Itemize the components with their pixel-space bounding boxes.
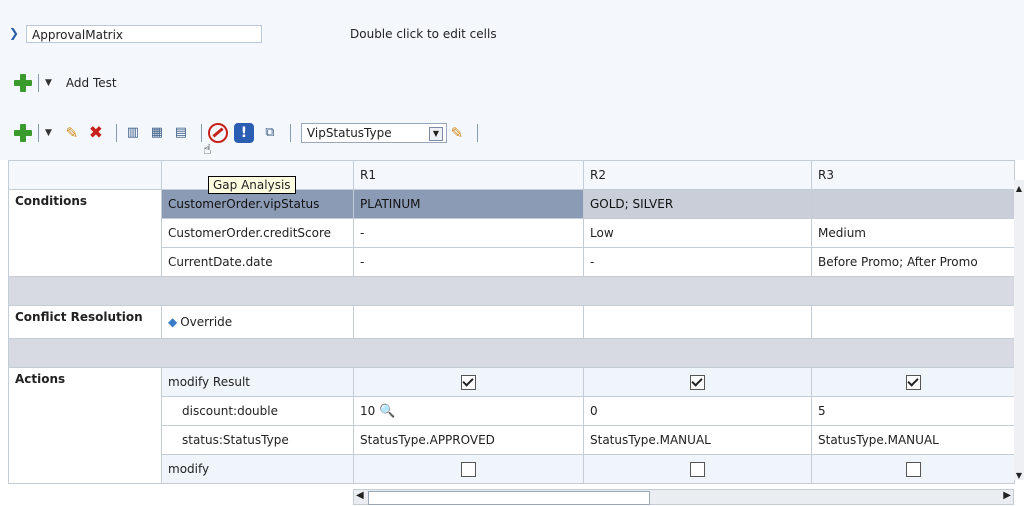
- action-param-label[interactable]: discount:double: [161, 396, 354, 426]
- table-cell[interactable]: [811, 305, 1015, 339]
- conditions-section-label: Conditions: [8, 189, 162, 277]
- table-cell[interactable]: GOLD; SILVER: [583, 189, 812, 219]
- collapse-icon[interactable]: ❯: [9, 26, 19, 40]
- bucketset-select-value: VipStatusType: [306, 126, 392, 140]
- table-cell[interactable]: [353, 305, 584, 339]
- table-cell[interactable]: StatusType.APPROVED: [353, 425, 584, 455]
- table-cell[interactable]: 10 🔍: [353, 396, 584, 426]
- edit-icon[interactable]: ✎: [62, 123, 82, 143]
- separator: [289, 124, 291, 142]
- compact-table-icon[interactable]: ⧉: [260, 123, 280, 143]
- column-header-r2[interactable]: R2: [583, 160, 812, 190]
- table-cell[interactable]: StatusType.MANUAL: [583, 425, 812, 455]
- table-cell[interactable]: -: [583, 247, 812, 277]
- divider-cell: [8, 276, 1015, 306]
- table-cell[interactable]: 5: [811, 396, 1015, 426]
- delete-icon[interactable]: ✖: [86, 123, 106, 143]
- table-cell[interactable]: -: [353, 247, 584, 277]
- section-divider: [8, 276, 1015, 306]
- table-row: Conditions CustomerOrder.vipStatus PLATI…: [8, 189, 1015, 277]
- table-cell[interactable]: [583, 305, 812, 339]
- scroll-up-icon[interactable]: ▲: [1014, 184, 1024, 193]
- actions-section-label: Actions: [8, 367, 162, 484]
- merge-table-icon[interactable]: ▦: [147, 123, 167, 143]
- divider-cell: [8, 338, 1015, 368]
- cell-value: 10: [360, 403, 376, 418]
- add-test-toolbar: ▼ Add Test: [14, 72, 117, 94]
- table-cell[interactable]: PLATINUM: [353, 189, 584, 219]
- action-checkbox[interactable]: [461, 461, 476, 477]
- table-cell: [811, 367, 1015, 397]
- scroll-left-icon[interactable]: ◀: [356, 490, 364, 501]
- table-cell: [353, 367, 584, 397]
- add-icon[interactable]: [14, 124, 32, 142]
- table-row: Conflict Resolution ◆ Override: [8, 305, 1015, 339]
- conflict-resolution-label: Conflict Resolution: [8, 305, 162, 339]
- table-cell[interactable]: Medium: [811, 218, 1015, 248]
- table-cell[interactable]: Before Promo; After Promo: [811, 247, 1015, 277]
- hand-cursor-icon: ☝: [203, 142, 212, 158]
- table-row: Actions modify Result: [8, 367, 1015, 484]
- search-icon[interactable]: 🔍: [379, 404, 395, 419]
- scroll-down-icon[interactable]: ▼: [1014, 471, 1024, 480]
- table-cell: [811, 454, 1015, 484]
- chevron-down-icon[interactable]: ▼: [45, 78, 52, 88]
- table-cell: [353, 454, 584, 484]
- action-param-label[interactable]: status:StatusType: [161, 425, 354, 455]
- split-table-icon[interactable]: ▥: [123, 123, 143, 143]
- table-toolbar: ▼ ✎ ✖ ▥ ▦ ▤ ! ⧉ VipStatusType ▼ ✎: [14, 121, 484, 145]
- vertical-scrollbar[interactable]: ▲ ▼: [1014, 180, 1024, 480]
- scroll-right-icon[interactable]: ▶: [1003, 490, 1011, 501]
- action-checkbox[interactable]: [905, 461, 921, 477]
- section-divider: [8, 338, 1015, 368]
- separator: [38, 74, 39, 92]
- chevron-down-icon[interactable]: ▼: [45, 128, 52, 138]
- edit-hint: Double click to edit cells: [350, 27, 497, 41]
- corner-cell: [8, 160, 162, 190]
- edit-bucketset-icon[interactable]: ✎: [447, 123, 467, 143]
- action-label[interactable]: modify: [161, 454, 354, 484]
- table-cell[interactable]: -: [353, 218, 584, 248]
- add-icon[interactable]: [14, 74, 32, 92]
- separator: [476, 124, 478, 142]
- table-cell: [583, 367, 812, 397]
- action-label[interactable]: modify Result: [161, 367, 354, 397]
- separator: [200, 124, 202, 142]
- table-cell[interactable]: [811, 189, 1015, 219]
- override-cell[interactable]: ◆ Override: [161, 305, 354, 339]
- action-checkbox[interactable]: [461, 374, 476, 390]
- table-cell[interactable]: Low: [583, 218, 812, 248]
- separator: [115, 124, 117, 142]
- gap-analysis-icon[interactable]: ▤: [171, 123, 191, 143]
- column-header-r3[interactable]: R3: [811, 160, 1015, 190]
- action-checkbox[interactable]: [690, 374, 705, 390]
- conflict-warning-icon[interactable]: !: [233, 123, 254, 143]
- table-cell[interactable]: 0: [583, 396, 812, 426]
- scrollbar-thumb[interactable]: [368, 491, 650, 505]
- decision-table: R1 R2 R3 Conditions CustomerOrder.vipSta…: [8, 160, 1015, 484]
- bucketset-select[interactable]: VipStatusType ▼: [300, 123, 447, 143]
- table-cell[interactable]: StatusType.MANUAL: [811, 425, 1015, 455]
- condition-label[interactable]: CurrentDate.date: [161, 247, 354, 277]
- dropdown-arrow-icon[interactable]: ▼: [428, 127, 443, 141]
- override-label: Override: [180, 315, 233, 329]
- header-row: R1 R2 R3: [8, 160, 1015, 190]
- ruleset-name-field[interactable]: ApprovalMatrix: [26, 25, 262, 43]
- disable-icon[interactable]: [207, 123, 228, 143]
- condition-label[interactable]: CustomerOrder.creditScore: [161, 218, 354, 248]
- horizontal-scrollbar[interactable]: ◀ ▶: [353, 489, 1014, 505]
- action-checkbox[interactable]: [690, 461, 705, 477]
- add-test-button[interactable]: Add Test: [66, 76, 117, 90]
- table-cell: [583, 454, 812, 484]
- column-header-r1[interactable]: R1: [353, 160, 584, 190]
- gap-analysis-tooltip: Gap Analysis: [208, 176, 296, 194]
- separator: [38, 124, 39, 142]
- action-checkbox[interactable]: [905, 374, 921, 390]
- override-icon: ◆: [168, 315, 178, 329]
